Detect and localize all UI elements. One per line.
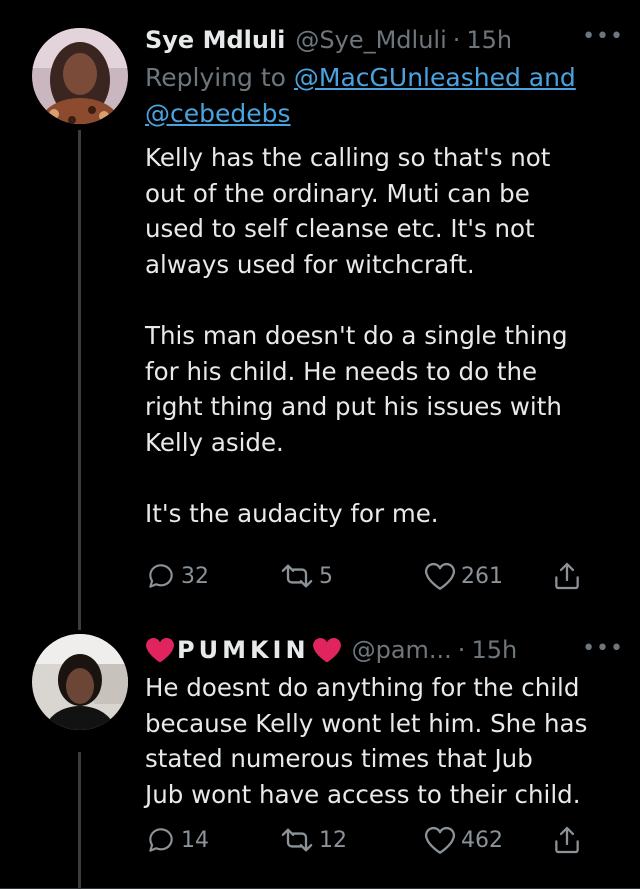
display-name[interactable]: Sye Mdluli (145, 26, 285, 54)
share-icon (555, 826, 579, 854)
tweet-header: Sye Mdluli @Sye_Mdluli · 15h (145, 20, 620, 60)
avatar[interactable] (32, 28, 128, 124)
action-bar: 14 12 462 (145, 820, 605, 860)
tweet-text-paragraph-1: Kelly has the calling so that's not out … (145, 143, 551, 279)
mention-link-2[interactable]: @cebedebs (145, 99, 291, 128)
retweet-icon (281, 828, 313, 852)
retweet-count: 5 (319, 563, 333, 589)
retweet-count: 12 (319, 827, 347, 853)
more-options-icon[interactable]: ••• (582, 636, 624, 661)
tweet-2[interactable]: PUMKIN @pam... · 15h He doesnt do anythi… (0, 630, 640, 889)
avatar-photo (32, 28, 128, 124)
action-bar: 32 5 261 (145, 556, 605, 596)
tweet-1[interactable]: Sye Mdluli @Sye_Mdluli · 15h Replying to… (0, 0, 640, 630)
separator-dot: · (457, 636, 466, 664)
user-handle[interactable]: @Sye_Mdluli (295, 26, 446, 54)
mention-link-1[interactable]: @MacGUnleashed and (294, 63, 576, 92)
display-name-text: PUMKIN (177, 636, 310, 664)
retweet-button[interactable]: 12 (279, 820, 347, 860)
timestamp[interactable]: 15h (466, 26, 512, 54)
red-heart-icon (146, 638, 174, 663)
reply-count: 14 (181, 827, 209, 853)
separator-dot: · (452, 26, 461, 54)
thread-line (78, 752, 81, 889)
like-count: 462 (461, 827, 503, 853)
share-button[interactable] (551, 556, 587, 596)
heart-icon (425, 562, 455, 590)
user-handle[interactable]: @pam... (352, 636, 452, 664)
timestamp[interactable]: 15h (471, 636, 517, 664)
like-button[interactable]: 462 (423, 820, 503, 860)
avatar-photo (32, 634, 128, 730)
like-count: 261 (461, 563, 503, 589)
tweet-header: PUMKIN @pam... · 15h (145, 630, 620, 670)
tweet-text-paragraph-3: It's the audacity for me. (145, 499, 439, 528)
replying-to: Replying to @MacGUnleashed and @cebedebs (145, 60, 620, 132)
more-options-icon[interactable]: ••• (582, 24, 624, 49)
tweet-content: PUMKIN @pam... · 15h He doesnt do anythi… (145, 630, 620, 812)
avatar[interactable] (32, 634, 128, 730)
heart-icon (425, 826, 455, 854)
reply-button[interactable]: 32 (145, 556, 209, 596)
tweet-content: Sye Mdluli @Sye_Mdluli · 15h Replying to… (145, 20, 620, 532)
reply-count: 32 (181, 563, 209, 589)
tweet-text-paragraph-1: He doesnt do anything for the child beca… (145, 673, 588, 809)
like-button[interactable]: 261 (423, 556, 503, 596)
share-icon (555, 562, 579, 590)
share-button[interactable] (551, 820, 587, 860)
retweet-button[interactable]: 5 (279, 556, 333, 596)
reply-icon (149, 564, 173, 588)
red-heart-icon (312, 638, 341, 663)
display-name[interactable]: PUMKIN (145, 636, 342, 664)
retweet-icon (281, 564, 313, 588)
reply-button[interactable]: 14 (145, 820, 209, 860)
reply-icon (149, 828, 173, 852)
thread-line (78, 130, 81, 630)
tweet-text-paragraph-2: This man doesn't do a single thing for h… (145, 321, 568, 457)
replying-prefix: Replying to (145, 63, 286, 92)
